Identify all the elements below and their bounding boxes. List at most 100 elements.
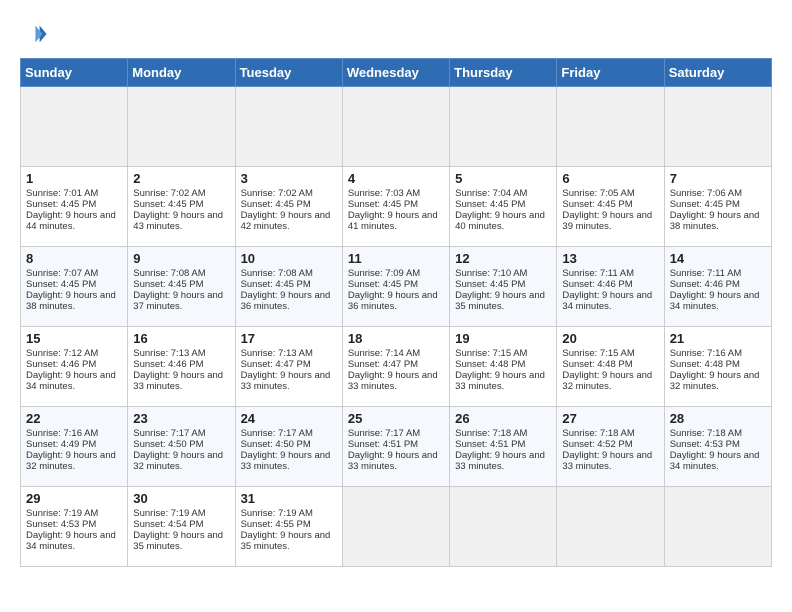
sunset-text: Sunset: 4:54 PM	[133, 519, 229, 530]
sunset-text: Sunset: 4:45 PM	[348, 199, 444, 210]
day-number: 20	[562, 331, 658, 346]
day-number: 19	[455, 331, 551, 346]
calendar-cell: 27Sunrise: 7:18 AMSunset: 4:52 PMDayligh…	[557, 407, 664, 487]
sunset-text: Sunset: 4:51 PM	[455, 439, 551, 450]
daylight-text: Daylight: 9 hours and 37 minutes.	[133, 290, 229, 312]
sunrise-text: Sunrise: 7:01 AM	[26, 188, 122, 199]
calendar-header-tuesday: Tuesday	[235, 59, 342, 87]
daylight-text: Daylight: 9 hours and 33 minutes.	[133, 370, 229, 392]
sunrise-text: Sunrise: 7:19 AM	[133, 508, 229, 519]
daylight-text: Daylight: 9 hours and 43 minutes.	[133, 210, 229, 232]
calendar-table: SundayMondayTuesdayWednesdayThursdayFrid…	[20, 58, 772, 567]
sunrise-text: Sunrise: 7:02 AM	[133, 188, 229, 199]
calendar-cell: 26 Sunrise: 7:18 AMSunset: 4:51 PMDayligh…	[450, 407, 557, 487]
day-number: 15	[26, 331, 122, 346]
sunrise-text: Sunrise: 7:18 AM	[562, 428, 658, 439]
daylight-text: Daylight: 9 hours and 35 minutes.	[133, 530, 229, 552]
calendar-week-row: 1Sunrise: 7:01 AMSunset: 4:45 PMDaylight…	[21, 167, 772, 247]
day-number: 1	[26, 171, 122, 186]
calendar-cell	[235, 87, 342, 167]
sunset-text: Sunset: 4:48 PM	[562, 359, 658, 370]
day-number: 25	[348, 411, 444, 426]
calendar-header-row: SundayMondayTuesdayWednesdayThursdayFrid…	[21, 59, 772, 87]
logo	[20, 20, 52, 48]
sunrise-text: Sunrise: 7:15 AM	[562, 348, 658, 359]
sunset-text: Sunset: 4:48 PM	[670, 359, 766, 370]
calendar-cell	[557, 87, 664, 167]
sunset-text: Sunset: 4:46 PM	[562, 279, 658, 290]
sunrise-text: Sunrise: 7:19 AM	[241, 508, 337, 519]
day-number: 28	[670, 411, 766, 426]
sunset-text: Sunset: 4:50 PM	[133, 439, 229, 450]
daylight-text: Daylight: 9 hours and 35 minutes.	[241, 530, 337, 552]
sunset-text: Sunset: 4:45 PM	[562, 199, 658, 210]
sunset-text: Sunset: 4:53 PM	[26, 519, 122, 530]
daylight-text: Daylight: 9 hours and 39 minutes.	[562, 210, 658, 232]
calendar-cell: 21Sunrise: 7:16 AMSunset: 4:48 PMDayligh…	[664, 327, 771, 407]
sunrise-text: Sunrise: 7:03 AM	[348, 188, 444, 199]
sunrise-text: Sunrise: 7:17 AM	[133, 428, 229, 439]
daylight-text: Daylight: 9 hours and 34 minutes.	[670, 450, 766, 472]
calendar-cell	[664, 87, 771, 167]
day-number: 7	[670, 171, 766, 186]
calendar-cell: 9Sunrise: 7:08 AMSunset: 4:45 PMDaylight…	[128, 247, 235, 327]
sunset-text: Sunset: 4:45 PM	[133, 279, 229, 290]
calendar-cell: 10 Sunrise: 7:08 AMSunset: 4:45 PMDayligh…	[235, 247, 342, 327]
day-number: 17	[241, 331, 337, 346]
daylight-text: Daylight: 9 hours and 33 minutes.	[348, 370, 444, 392]
sunset-text: Sunset: 4:45 PM	[133, 199, 229, 210]
daylight-text: Daylight: 9 hours and 32 minutes.	[26, 450, 122, 472]
sunset-text: Sunset: 4:45 PM	[241, 279, 337, 290]
sunrise-text: Sunrise: 7:17 AM	[348, 428, 444, 439]
calendar-cell: 15Sunrise: 7:12 AMSunset: 4:46 PMDayligh…	[21, 327, 128, 407]
calendar-header-sunday: Sunday	[21, 59, 128, 87]
calendar-cell: 30 Sunrise: 7:19 AMSunset: 4:54 PMDayligh…	[128, 487, 235, 567]
day-number: 10	[241, 251, 337, 266]
calendar-cell: 5Sunrise: 7:04 AMSunset: 4:45 PMDaylight…	[450, 167, 557, 247]
sunset-text: Sunset: 4:51 PM	[348, 439, 444, 450]
sunset-text: Sunset: 4:47 PM	[241, 359, 337, 370]
sunrise-text: Sunrise: 7:08 AM	[241, 268, 337, 279]
sunrise-text: Sunrise: 7:18 AM	[455, 428, 551, 439]
daylight-text: Daylight: 9 hours and 36 minutes.	[241, 290, 337, 312]
day-number: 30	[133, 491, 229, 506]
sunrise-text: Sunrise: 7:13 AM	[241, 348, 337, 359]
calendar-cell: 11Sunrise: 7:09 AMSunset: 4:45 PMDayligh…	[342, 247, 449, 327]
sunrise-text: Sunrise: 7:07 AM	[26, 268, 122, 279]
calendar-body: 1Sunrise: 7:01 AMSunset: 4:45 PMDaylight…	[21, 87, 772, 567]
sunset-text: Sunset: 4:46 PM	[133, 359, 229, 370]
sunset-text: Sunset: 4:45 PM	[455, 199, 551, 210]
calendar-cell	[450, 487, 557, 567]
calendar-week-row: 15Sunrise: 7:12 AMSunset: 4:46 PMDayligh…	[21, 327, 772, 407]
sunrise-text: Sunrise: 7:04 AM	[455, 188, 551, 199]
calendar-cell: 20Sunrise: 7:15 AMSunset: 4:48 PMDayligh…	[557, 327, 664, 407]
day-number: 2	[133, 171, 229, 186]
sunset-text: Sunset: 4:48 PM	[455, 359, 551, 370]
sunset-text: Sunset: 4:52 PM	[562, 439, 658, 450]
calendar-cell: 12Sunrise: 7:10 AMSunset: 4:45 PMDayligh…	[450, 247, 557, 327]
day-number: 26	[455, 411, 551, 426]
calendar-cell: 3Sunrise: 7:02 AMSunset: 4:45 PMDaylight…	[235, 167, 342, 247]
calendar-cell	[342, 487, 449, 567]
day-number: 9	[133, 251, 229, 266]
sunrise-text: Sunrise: 7:16 AM	[26, 428, 122, 439]
sunset-text: Sunset: 4:45 PM	[26, 199, 122, 210]
calendar-header-thursday: Thursday	[450, 59, 557, 87]
sunset-text: Sunset: 4:47 PM	[348, 359, 444, 370]
sunset-text: Sunset: 4:46 PM	[26, 359, 122, 370]
calendar-cell: 23Sunrise: 7:17 AMSunset: 4:50 PMDayligh…	[128, 407, 235, 487]
calendar-cell: 1Sunrise: 7:01 AMSunset: 4:45 PMDaylight…	[21, 167, 128, 247]
calendar-week-row: 29Sunrise: 7:19 AMSunset: 4:53 PMDayligh…	[21, 487, 772, 567]
header	[20, 20, 772, 48]
calendar-cell	[557, 487, 664, 567]
daylight-text: Daylight: 9 hours and 40 minutes.	[455, 210, 551, 232]
day-number: 21	[670, 331, 766, 346]
calendar-cell	[664, 487, 771, 567]
calendar-cell: 2 Sunrise: 7:02 AMSunset: 4:45 PMDaylight…	[128, 167, 235, 247]
sunset-text: Sunset: 4:45 PM	[26, 279, 122, 290]
day-number: 6	[562, 171, 658, 186]
daylight-text: Daylight: 9 hours and 38 minutes.	[670, 210, 766, 232]
sunrise-text: Sunrise: 7:09 AM	[348, 268, 444, 279]
daylight-text: Daylight: 9 hours and 34 minutes.	[26, 370, 122, 392]
daylight-text: Daylight: 9 hours and 33 minutes.	[455, 450, 551, 472]
